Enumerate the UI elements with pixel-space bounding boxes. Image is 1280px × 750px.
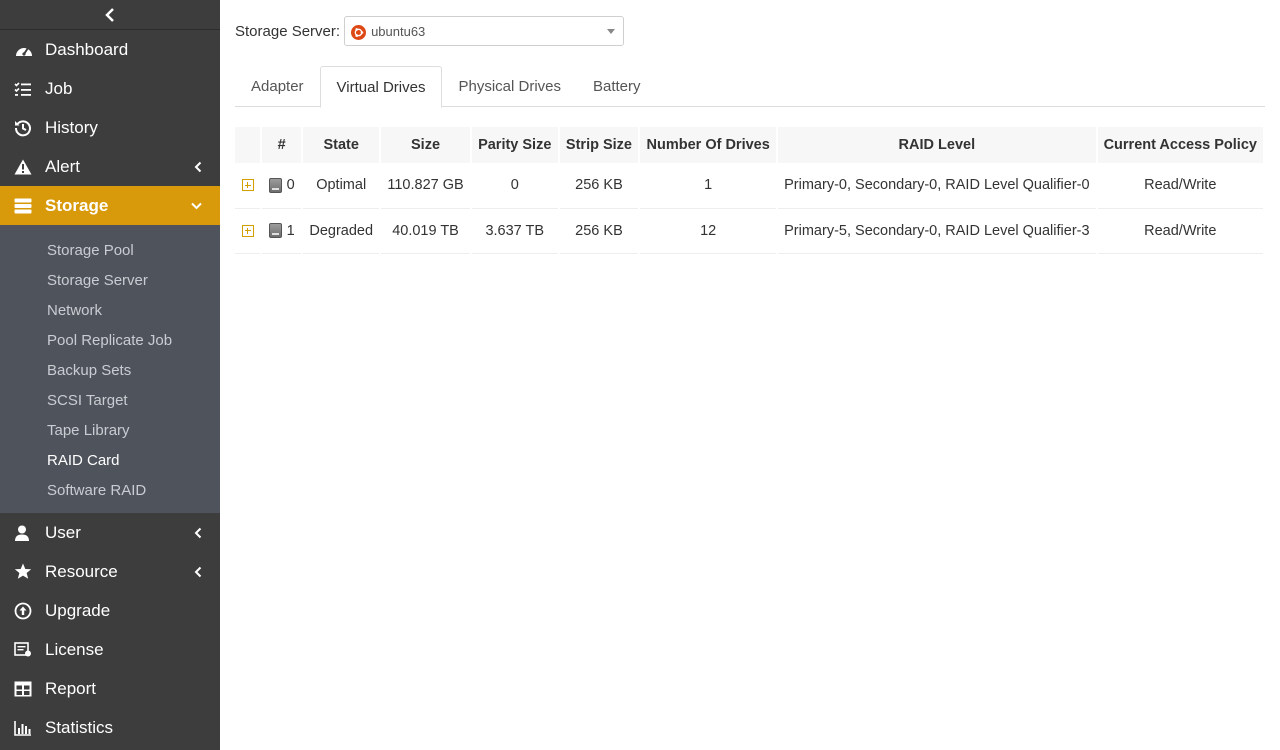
chevron-left-icon (194, 527, 202, 538)
header-raid-level: RAID Level (777, 127, 1098, 163)
license-icon (0, 641, 45, 658)
virtual-drives-table: # State Size Parity Size Strip Size Numb… (235, 127, 1266, 254)
warning-icon (0, 159, 45, 175)
nav-history-label: History (45, 117, 98, 137)
nav-report[interactable]: Report (0, 669, 220, 708)
row-id: 0 (286, 177, 295, 194)
nav-upgrade[interactable]: Upgrade (0, 591, 220, 630)
tasks-list-icon (0, 81, 45, 97)
nav-upgrade-label: Upgrade (45, 600, 111, 620)
row-number-of-drives: 12 (639, 208, 779, 254)
nav-resource-label: Resource (45, 561, 118, 581)
database-icon (0, 198, 45, 214)
nav-job-label: Job (45, 78, 73, 98)
nav-statistics[interactable]: Statistics (0, 708, 220, 747)
header-parity-size: Parity Size (470, 127, 560, 163)
dashboard-icon (0, 42, 45, 58)
header-expand (235, 127, 263, 163)
tab-virtual-drives[interactable]: Virtual Drives (319, 66, 443, 108)
nav-user[interactable]: User (0, 513, 220, 552)
nav-report-label: Report (45, 678, 97, 698)
sidebar-collapse-button[interactable] (0, 0, 220, 30)
nav-alert-label: Alert (45, 156, 80, 176)
header-number-of-drives: Number Of Drives (639, 127, 779, 163)
row-parity-size: 3.637 TB (470, 208, 560, 254)
sub-pool-replicate-job[interactable]: Pool Replicate Job (0, 325, 220, 355)
chevron-left-icon (194, 161, 202, 172)
nav-statistics-label: Statistics (45, 717, 114, 737)
sub-tape-library[interactable]: Tape Library (0, 415, 220, 445)
row-strip-size: 256 KB (558, 163, 641, 209)
sub-backup-sets[interactable]: Backup Sets (0, 355, 220, 385)
nav-job[interactable]: Job (0, 69, 220, 108)
nav-dashboard[interactable]: Dashboard (0, 30, 220, 69)
header-size: Size (380, 127, 472, 163)
chevron-left-icon (105, 7, 114, 22)
sub-network[interactable]: Network (0, 295, 220, 325)
nav-resource[interactable]: Resource (0, 552, 220, 591)
storage-server-select[interactable]: ubuntu63 (344, 16, 625, 46)
header-access-policy: Current Access Policy (1096, 127, 1266, 163)
row-raid-level: Primary-0, Secondary-0, RAID Level Quali… (777, 163, 1098, 209)
sub-storage-pool[interactable]: Storage Pool (0, 235, 220, 265)
row-size: 40.019 TB (380, 208, 472, 254)
drive-icon (268, 177, 282, 193)
nav-storage-label: Storage (45, 195, 109, 215)
ubuntu-icon (351, 24, 367, 40)
storage-server-value: ubuntu63 (371, 23, 426, 39)
row-raid-level: Primary-5, Secondary-0, RAID Level Quali… (777, 208, 1098, 254)
nav-license-label: License (45, 639, 104, 659)
storage-server-row: Storage Server: ubuntu63 (235, 16, 625, 46)
row-id: 1 (286, 222, 295, 239)
nav-alert[interactable]: Alert (0, 147, 220, 186)
tab-adapter[interactable]: Adapter (235, 66, 320, 107)
sub-raid-card[interactable]: RAID Card (0, 445, 220, 475)
header-state: State (302, 127, 382, 163)
table-row: 0 Optimal 110.827 GB 0 256 KB 1 Primary-… (235, 163, 1266, 209)
sub-scsi-target[interactable]: SCSI Target (0, 385, 220, 415)
storage-submenu: Storage Pool Storage Server Network Pool… (0, 225, 220, 513)
nav-license[interactable]: License (0, 630, 220, 669)
drive-icon (268, 223, 282, 239)
nav-user-label: User (45, 522, 81, 542)
sub-storage-server[interactable]: Storage Server (0, 265, 220, 295)
history-icon (0, 119, 45, 137)
row-size: 110.827 GB (380, 163, 472, 209)
row-state: Degraded (302, 208, 382, 254)
row-state: Optimal (302, 163, 382, 209)
row-parity-size: 0 (470, 163, 560, 209)
table-header-row: # State Size Parity Size Strip Size Numb… (235, 127, 1266, 163)
bar-chart-icon (0, 720, 45, 736)
star-icon (0, 563, 45, 580)
tab-physical-drives[interactable]: Physical Drives (442, 66, 577, 107)
tab-bar: Adapter Virtual Drives Physical Drives B… (235, 66, 1265, 108)
main-content: Storage Server: ubuntu63 Adapter Virtual… (220, 0, 1280, 750)
header-number: # (261, 127, 304, 163)
header-strip-size: Strip Size (558, 127, 641, 163)
storage-server-label: Storage Server: (235, 22, 341, 40)
table-icon (0, 681, 45, 697)
chevron-left-icon (194, 566, 202, 577)
row-number-of-drives: 1 (639, 163, 779, 209)
row-access-policy: Read/Write (1096, 163, 1266, 209)
nav-history[interactable]: History (0, 108, 220, 147)
tab-battery[interactable]: Battery (577, 66, 657, 107)
expand-row-icon[interactable] (241, 179, 254, 192)
nav-dashboard-label: Dashboard (45, 39, 129, 59)
user-icon (0, 525, 45, 541)
sidebar: Dashboard Job History Alert Storage Stor… (0, 0, 220, 750)
row-access-policy: Read/Write (1096, 208, 1266, 254)
table-row: 1 Degraded 40.019 TB 3.637 TB 256 KB 12 … (235, 208, 1266, 254)
nav-storage[interactable]: Storage (0, 186, 220, 225)
caret-down-icon (607, 29, 616, 34)
sub-software-raid[interactable]: Software RAID (0, 475, 220, 505)
upload-circle-icon (0, 602, 45, 620)
expand-row-icon[interactable] (241, 224, 254, 237)
chevron-down-icon (191, 202, 202, 210)
row-strip-size: 256 KB (558, 208, 641, 254)
